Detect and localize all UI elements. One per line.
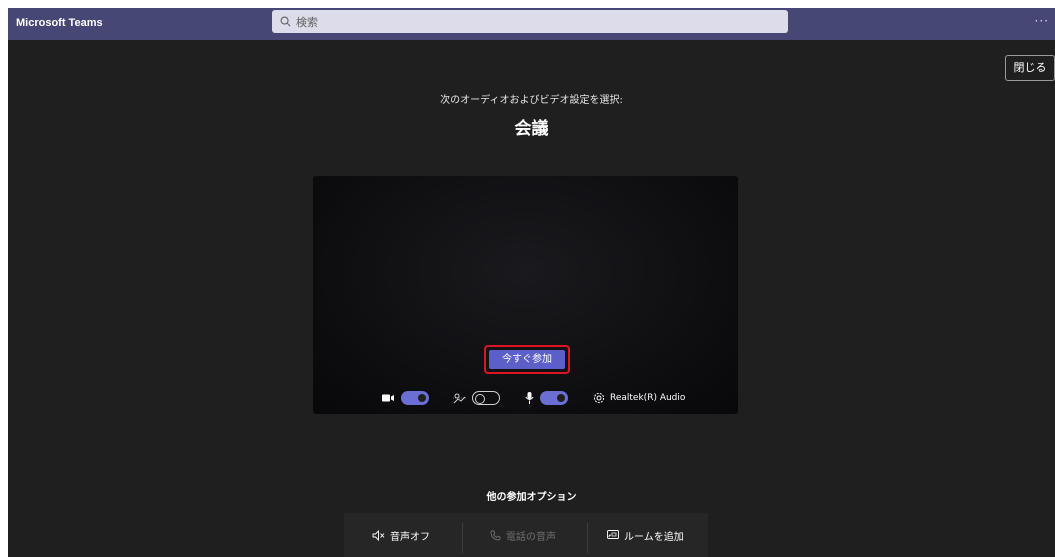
add-room-label: ルームを追加 — [624, 531, 684, 543]
options-divider — [462, 523, 463, 553]
camera-icon — [382, 394, 394, 402]
device-controls: Realtek(R) Audio — [313, 388, 738, 408]
audio-off-option[interactable]: 音声オフ — [372, 513, 430, 557]
other-join-options: 音声オフ 電話の音声 ルームを追加 — [344, 513, 708, 557]
microphone-control — [525, 388, 568, 408]
camera-control — [382, 388, 429, 408]
more-options-icon[interactable]: ··· — [1035, 14, 1049, 28]
other-join-options-title: 他の参加オプション — [486, 492, 577, 503]
search-icon — [280, 16, 291, 27]
audio-device-label: Realtek(R) Audio — [610, 393, 686, 403]
audio-off-label: 音声オフ — [390, 531, 430, 543]
title-bar: Microsoft Teams 検索 ··· — [8, 8, 1055, 40]
background-effects-icon — [453, 393, 466, 404]
add-room-option[interactable]: ルームを追加 — [607, 513, 684, 557]
phone-audio-option[interactable]: 電話の音声 — [490, 513, 556, 557]
speaker-off-icon — [372, 529, 385, 541]
gear-icon — [593, 392, 605, 404]
options-divider — [587, 523, 588, 553]
search-placeholder: 検索 — [296, 15, 318, 29]
cast-icon — [607, 530, 619, 539]
app-title: Microsoft Teams — [16, 17, 103, 29]
phone-icon — [490, 530, 501, 540]
phone-audio-label: 電話の音声 — [506, 531, 556, 543]
background-effects-toggle[interactable] — [472, 391, 500, 405]
join-now-button[interactable]: 今すぐ参加 — [489, 350, 565, 369]
background-effects-control — [453, 388, 500, 408]
microphone-icon — [525, 392, 534, 404]
join-button-highlight: 今すぐ参加 — [484, 345, 570, 374]
meeting-title: 会議 — [514, 119, 549, 139]
video-preview: 今すぐ参加 Realtek(R) Audio — [313, 176, 738, 414]
prejoin-subtitle: 次のオーディオおよびビデオ設定を選択: — [440, 95, 623, 106]
microphone-toggle[interactable] — [540, 391, 568, 405]
close-button[interactable]: 閉じる — [1005, 55, 1055, 81]
search-input[interactable]: 検索 — [272, 10, 788, 33]
camera-toggle[interactable] — [401, 391, 429, 405]
teams-window: Microsoft Teams 検索 ··· 閉じる 次のオーディオおよびビデオ… — [8, 8, 1055, 557]
audio-device-settings[interactable]: Realtek(R) Audio — [593, 388, 685, 408]
